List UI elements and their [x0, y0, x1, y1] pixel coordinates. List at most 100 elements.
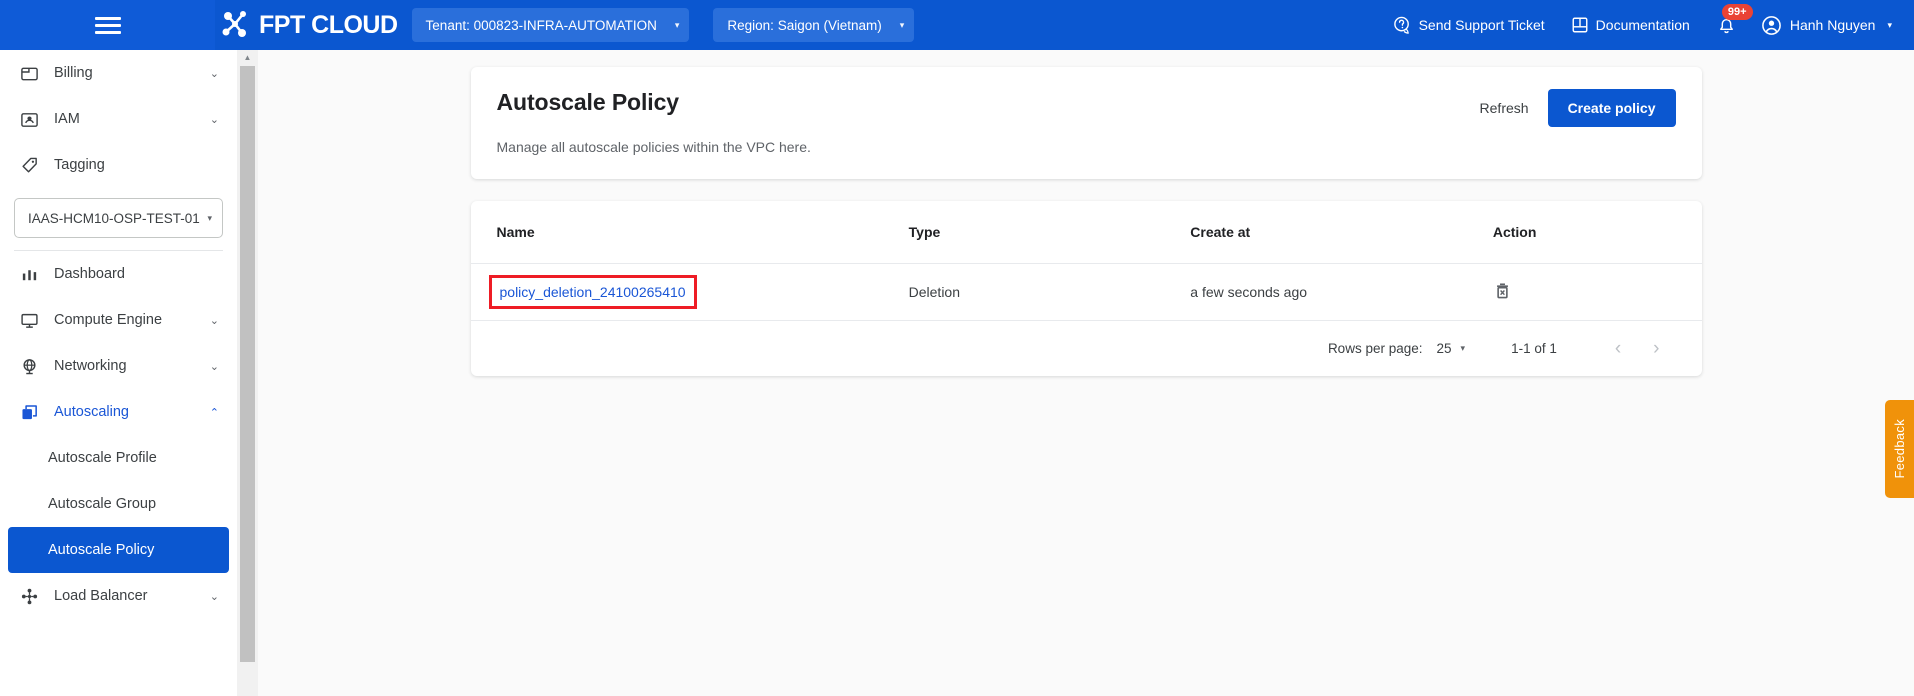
top-navigation-bar: FPT CLOUD Tenant: 000823-INFRA-AUTOMATIO…: [0, 0, 1914, 50]
chevron-down-icon: ▾: [882, 20, 905, 31]
table-header-row: Name Type Create at Action: [471, 201, 1702, 263]
create-policy-button[interactable]: Create policy: [1548, 89, 1676, 127]
chevron-down-icon: ▾: [657, 20, 680, 31]
chevron-down-icon: ▾: [1887, 20, 1892, 31]
delete-policy-button[interactable]: [1493, 281, 1512, 300]
rows-per-page-label: Rows per page:: [1328, 341, 1423, 356]
sidebar-item-billing[interactable]: Billing ⌄: [0, 50, 237, 96]
dashboard-icon: [18, 263, 40, 285]
scroll-up-arrow-icon[interactable]: ▲: [237, 50, 258, 64]
billing-icon: [18, 62, 40, 84]
chevron-down-icon: ⌄: [210, 314, 219, 327]
compute-engine-icon: [18, 309, 40, 331]
notifications-button[interactable]: 99+: [1716, 15, 1737, 36]
sidebar-item-tagging[interactable]: Tagging: [0, 142, 237, 188]
brand-logo[interactable]: FPT CLOUD: [215, 0, 412, 50]
sidebar-item-label: IAM: [54, 111, 80, 127]
tenant-selector[interactable]: Tenant: 000823-INFRA-AUTOMATION ▾: [412, 8, 690, 42]
feedback-tab-button[interactable]: Feedback: [1885, 400, 1914, 498]
brand-name: FPT CLOUD: [259, 11, 398, 40]
sidebar-item-load-balancer[interactable]: Load Balancer ⌄: [0, 573, 237, 619]
notification-count-badge: 99+: [1722, 4, 1753, 20]
chevron-down-icon: ⌄: [210, 360, 219, 373]
page-header-card: Autoscale Policy Refresh Create policy M…: [471, 67, 1702, 179]
refresh-button[interactable]: Refresh: [1474, 92, 1535, 124]
rows-per-page-value: 25: [1437, 341, 1452, 356]
region-selector[interactable]: Region: Saigon (Vietnam) ▾: [713, 8, 914, 42]
pagination-range-label: 1-1 of 1: [1511, 341, 1557, 356]
cell-name: policy_deletion_24100265410: [471, 263, 909, 320]
column-header-name: Name: [471, 201, 909, 263]
table-row[interactable]: policy_deletion_24100265410 Deletion a f…: [471, 263, 1702, 320]
sidebar-item-iam[interactable]: IAM ⌄: [0, 96, 237, 142]
sidebar-item-autoscale-policy[interactable]: Autoscale Policy: [8, 527, 229, 573]
project-selector[interactable]: IAAS-HCM10-OSP-TEST-01 ▾: [14, 198, 223, 238]
documentation-label: Documentation: [1596, 17, 1690, 33]
column-header-type: Type: [909, 201, 1191, 263]
chevron-down-icon: ⌄: [210, 590, 219, 603]
sidebar-item-label: Compute Engine: [54, 312, 162, 328]
support-chat-icon: [1393, 16, 1412, 35]
iam-icon: [18, 108, 40, 130]
tag-icon: [18, 154, 40, 176]
sidebar-item-label: Autoscaling: [54, 404, 129, 420]
topbar-right-group: Send Support Ticket Documentation 99+: [1393, 15, 1914, 36]
sidebar-scrollbar-thumb[interactable]: [240, 66, 255, 662]
feedback-label: Feedback: [1892, 419, 1907, 479]
sidebar-item-dashboard[interactable]: Dashboard: [0, 251, 237, 297]
sidebar-item-autoscale-profile[interactable]: Autoscale Profile: [8, 435, 229, 481]
cell-type: Deletion: [909, 263, 1191, 320]
previous-page-button[interactable]: ‹: [1599, 339, 1637, 358]
sidebar-subitem-label: Autoscale Group: [48, 496, 156, 512]
fpt-cloud-logo-icon: [221, 10, 255, 40]
sidebar-subitem-label: Autoscale Profile: [48, 450, 157, 466]
sidebar-subitem-label: Autoscale Policy: [48, 542, 154, 558]
networking-icon: [18, 355, 40, 377]
send-support-ticket-label: Send Support Ticket: [1419, 17, 1545, 33]
page-header-actions: Refresh Create policy: [1474, 89, 1676, 127]
user-name-label: Hanh Nguyen: [1790, 17, 1876, 33]
sidebar-item-label: Billing: [54, 65, 93, 81]
chevron-down-icon: ▾: [1461, 343, 1466, 354]
autoscaling-icon: [18, 401, 40, 423]
main-content-area: Autoscale Policy Refresh Create policy M…: [258, 50, 1914, 696]
sidebar-item-networking[interactable]: Networking ⌄: [0, 343, 237, 389]
policy-table-body: policy_deletion_24100265410 Deletion a f…: [471, 263, 1702, 320]
sidebar-item-autoscale-group[interactable]: Autoscale Group: [8, 481, 229, 527]
chevron-down-icon: ⌄: [210, 113, 219, 126]
sidebar-item-autoscaling[interactable]: Autoscaling ⌃: [0, 389, 237, 435]
policy-table: Name Type Create at Action policy_deleti…: [471, 201, 1702, 321]
rows-per-page-select[interactable]: 25 ▾: [1437, 341, 1466, 356]
page-title: Autoscale Policy: [497, 89, 679, 116]
page-header-row: Autoscale Policy Refresh Create policy: [497, 89, 1676, 127]
page-subtitle: Manage all autoscale policies within the…: [497, 139, 1676, 155]
region-selector-label: Region: Saigon (Vietnam): [727, 18, 881, 33]
hamburger-menu-button[interactable]: [0, 0, 215, 50]
next-page-button[interactable]: ›: [1637, 339, 1675, 358]
sidebar-item-label: Load Balancer: [54, 588, 148, 604]
table-pagination: Rows per page: 25 ▾ 1-1 of 1 ‹ ›: [471, 321, 1702, 376]
documentation-icon: [1571, 16, 1589, 34]
sidebar-navigation: Billing ⌄ IAM ⌄ Tagging IAAS-HCM10-OSP-T…: [0, 50, 237, 696]
sidebar-item-compute-engine[interactable]: Compute Engine ⌄: [0, 297, 237, 343]
project-selector-label: IAAS-HCM10-OSP-TEST-01: [28, 211, 200, 226]
page-header-text: Autoscale Policy: [497, 89, 679, 116]
send-support-ticket-button[interactable]: Send Support Ticket: [1393, 16, 1545, 35]
column-header-action: Action: [1493, 201, 1702, 263]
name-highlight-box: policy_deletion_24100265410: [489, 275, 697, 309]
chevron-up-icon: ⌃: [210, 406, 219, 419]
avatar-icon: [1761, 15, 1782, 36]
policy-name-link[interactable]: policy_deletion_24100265410: [500, 284, 686, 300]
sidebar-scrollbar[interactable]: ▲: [237, 50, 258, 696]
policy-table-head: Name Type Create at Action: [471, 201, 1702, 263]
sidebar-item-label: Networking: [54, 358, 127, 374]
chevron-down-icon: ⌄: [210, 67, 219, 80]
hamburger-menu-icon: [95, 13, 121, 38]
cell-action: [1493, 263, 1702, 320]
documentation-button[interactable]: Documentation: [1571, 16, 1690, 34]
column-header-create-at: Create at: [1190, 201, 1493, 263]
tenant-selector-label: Tenant: 000823-INFRA-AUTOMATION: [426, 18, 657, 33]
load-balancer-icon: [18, 585, 40, 607]
user-menu-button[interactable]: Hanh Nguyen ▾: [1761, 15, 1892, 36]
sidebar-item-label: Tagging: [54, 157, 105, 173]
